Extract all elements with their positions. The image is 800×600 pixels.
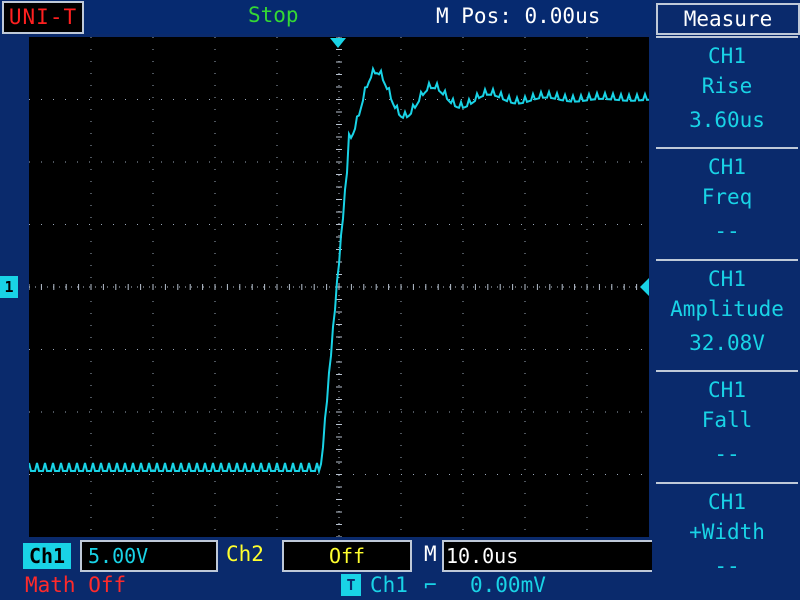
trigger-level: 0.00mV xyxy=(470,573,546,597)
ch2-label[interactable]: Ch2 xyxy=(226,542,264,566)
measure-slot-4[interactable]: CH1 Fall -- xyxy=(656,370,798,480)
acquisition-status: Stop xyxy=(248,3,299,27)
measure-menu-title[interactable]: Measure xyxy=(656,3,800,35)
horizontal-position: M Pos: 0.00us xyxy=(436,4,601,28)
ch1-label[interactable]: Ch1 xyxy=(23,543,71,569)
measure-slot-value: -- xyxy=(714,442,740,466)
measure-slot-value: -- xyxy=(714,219,740,243)
ch1-waveform-trace xyxy=(29,65,649,475)
measure-slot-5[interactable]: CH1 +Width -- xyxy=(656,482,798,596)
measure-slot-value: 32.08V xyxy=(689,331,765,355)
measure-slot-1[interactable]: CH1 Rise 3.60us xyxy=(656,36,798,146)
trigger-position-marker-icon xyxy=(330,38,346,48)
ch1-scale: 5.00V xyxy=(80,540,218,572)
rising-edge-icon: ⌐ xyxy=(424,573,437,597)
measure-slot-2[interactable]: CH1 Freq -- xyxy=(656,147,798,257)
measure-slot-name: Freq xyxy=(701,185,753,209)
math-status: Math Off xyxy=(25,573,127,597)
trigger-icon: T xyxy=(341,574,361,596)
measure-slot-name: +Width xyxy=(689,520,765,544)
measure-slot-name: Amplitude xyxy=(670,297,784,321)
ch2-status: Off xyxy=(282,540,412,572)
measure-slot-name: Fall xyxy=(701,408,753,432)
waveform-graticule xyxy=(29,37,649,537)
measure-slot-name: Rise xyxy=(701,74,753,98)
channel-1-ground-marker: 1 xyxy=(0,276,18,298)
timebase-label: M xyxy=(424,542,437,566)
measure-slot-value: -- xyxy=(714,554,740,578)
measure-slot-value: 3.60us xyxy=(689,108,765,132)
top-status-bar: UNI-T Stop M Pos: 0.00us xyxy=(0,0,652,34)
trigger-source: Ch1 xyxy=(370,573,408,597)
trigger-level-marker-icon xyxy=(640,278,649,296)
brand-logo: UNI-T xyxy=(2,1,84,34)
timebase-value: 10.0us xyxy=(442,540,654,572)
waveform-display xyxy=(29,37,649,537)
measure-slot-3[interactable]: CH1 Amplitude 32.08V xyxy=(656,259,798,369)
